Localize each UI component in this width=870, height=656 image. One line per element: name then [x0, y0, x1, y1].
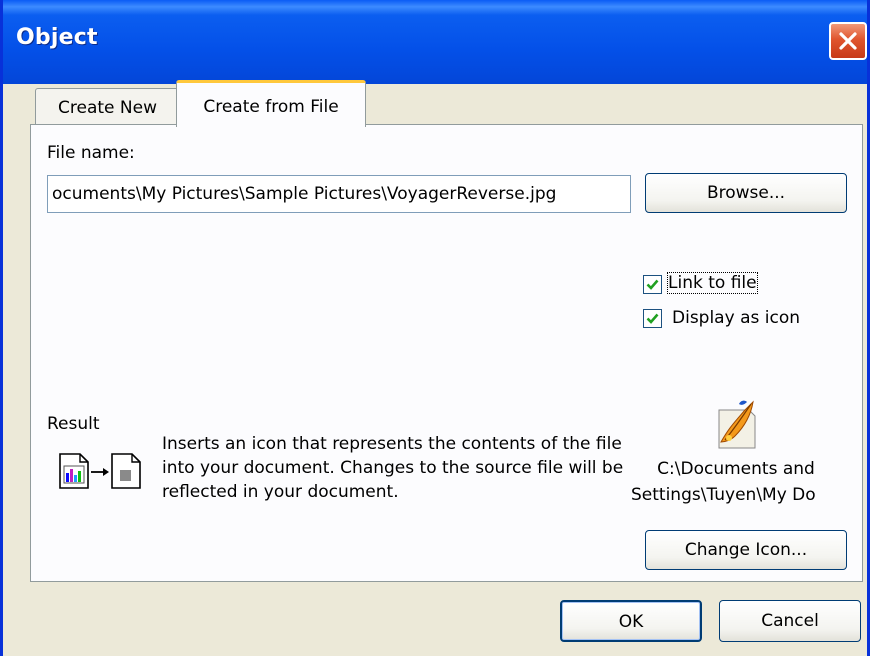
tab-panel-create-from-file: File name: Browse... Link to file Displa… — [30, 124, 863, 582]
object-dialog: Object Create New Create from File File … — [0, 0, 870, 656]
result-description: Inserts an icon that represents the cont… — [162, 434, 624, 502]
result-illustration — [56, 446, 162, 498]
checkmark-icon — [646, 279, 659, 290]
ok-button-label: OK — [618, 612, 644, 632]
change-icon-button-label: Change Icon... — [684, 540, 808, 560]
cancel-button-label: Cancel — [761, 611, 819, 631]
link-to-file-label[interactable]: Link to file — [667, 272, 758, 294]
close-button[interactable] — [829, 22, 867, 60]
picture-file-icon — [715, 398, 759, 454]
icon-path-line-2: Settings\Tuyen\My Do — [631, 485, 816, 505]
tab-create-from-file[interactable]: Create from File — [176, 80, 366, 127]
tab-create-new-label: Create New — [58, 98, 157, 118]
icon-path-line-1: C:\Documents and — [657, 459, 815, 479]
ok-button[interactable]: OK — [560, 600, 702, 642]
icon-path-label: C:\Documents and Settings\Tuyen\My Do — [627, 456, 845, 508]
link-to-file-checkbox[interactable] — [643, 275, 662, 294]
file-name-label: File name: — [47, 143, 135, 163]
browse-button-label: Browse... — [706, 183, 786, 203]
file-name-field[interactable] — [47, 175, 631, 213]
tab-create-new[interactable]: Create New — [35, 88, 180, 126]
display-as-icon-checkbox[interactable] — [643, 309, 662, 328]
tab-create-from-file-label: Create from File — [203, 97, 339, 117]
file-name-input[interactable] — [48, 176, 630, 212]
checkmark-icon — [646, 313, 659, 324]
result-heading: Result — [47, 414, 100, 434]
display-as-icon-label[interactable]: Display as icon — [672, 308, 800, 328]
title-bar[interactable]: Object — [3, 0, 867, 84]
change-icon-button[interactable]: Change Icon... — [645, 530, 847, 570]
document-icon — [59, 453, 141, 489]
browse-button[interactable]: Browse... — [645, 173, 847, 213]
window-title: Object — [16, 25, 98, 50]
cancel-button[interactable]: Cancel — [719, 600, 861, 642]
